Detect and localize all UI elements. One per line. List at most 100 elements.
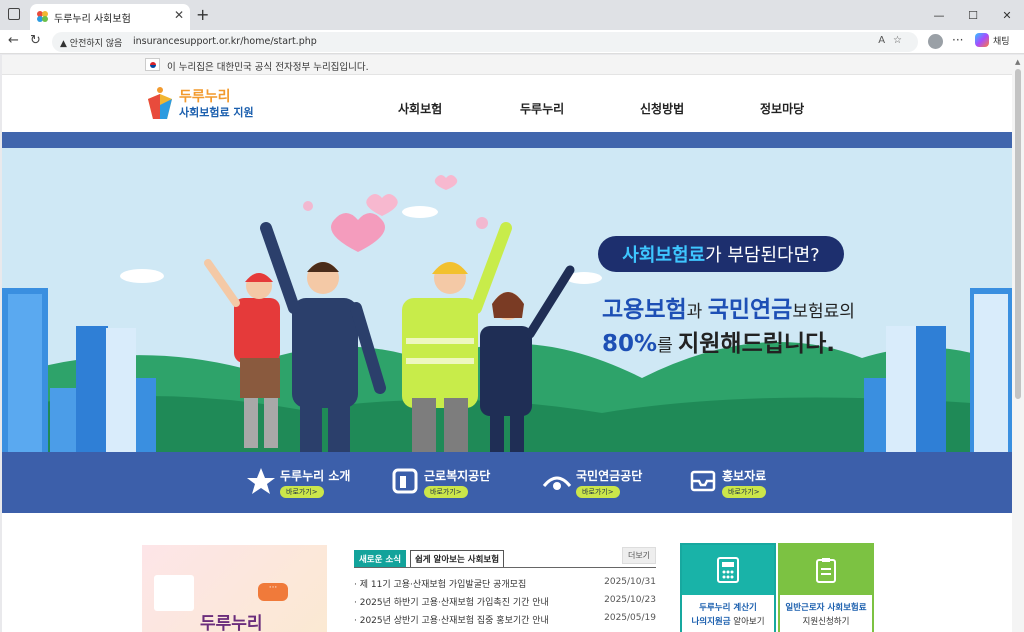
tab-actions-icon[interactable] [8, 8, 20, 20]
browser-tab[interactable]: 두루누리 사회보험 ✕ [30, 4, 190, 30]
url-text[interactable]: insurancesupport.or.kr/home/start.php [133, 36, 317, 47]
site-header: 두루누리 사회보험료 지원 사회보험 두루누리 신청방법 정보마당 [2, 75, 1012, 132]
copilot-label: 채팅 [993, 36, 1010, 47]
clipboard-icon [816, 558, 836, 583]
profile-avatar[interactable] [928, 34, 943, 49]
scroll-up-icon[interactable]: ▲ [1015, 58, 1020, 66]
close-window-button[interactable]: ✕ [990, 0, 1024, 30]
apply-card-header [780, 545, 872, 595]
site-logo[interactable]: 두루누리 사회보험료 지원 [145, 85, 265, 123]
headline-particle: 를 [657, 336, 679, 356]
nps-logo-icon [542, 476, 572, 490]
gov-notice-text[interactable]: 이 누리집은 대한민국 공식 전자정부 누리집입니다. [167, 59, 369, 73]
promo-banner[interactable]: ··· 두루누리 [142, 545, 327, 632]
calculator-icon [717, 557, 739, 583]
site-favicon-icon [37, 11, 48, 22]
go-button[interactable]: 바로가기> [424, 486, 468, 498]
news-date: 2025/10/23 [604, 595, 656, 605]
hero-headline-line1: 고용보험과 국민연금보험료의 [602, 290, 855, 324]
news-title: · 2025년 하반기 고용·산재보험 가입촉진 기간 안내 [354, 598, 549, 608]
logo-subtitle: 사회보험료 지원 [179, 106, 254, 119]
korea-flag-icon [145, 58, 160, 71]
headline-premium: 보험료의 [792, 302, 855, 322]
subsidy-label: 나의지원금 [691, 617, 731, 627]
web-page: 이 누리집은 대한민국 공식 전자정부 누리집입니다. 두루누리 사회보험료 지… [2, 55, 1012, 632]
tab-title: 두루누리 사회보험 [54, 14, 131, 25]
address-bar-actions: A☆ [878, 35, 910, 46]
quick-links-bar: 두루누리 소개 바로가기> 근로복지공단 바로가기> 국민연금공단 바로가기> … [2, 452, 1012, 513]
main-content: ··· 두루누리 새로운 소식 쉽게 알아보는 사회보험 더보기 · 제 11기… [2, 513, 1012, 632]
reload-icon[interactable]: ↻ [30, 33, 41, 48]
quick-link-label: 근로복지공단 [424, 469, 491, 483]
tab-divider [354, 567, 656, 568]
quick-link-label: 국민연금공단 [576, 469, 643, 483]
quick-link-durunuri-intro[interactable]: 두루누리 소개 바로가기> [246, 462, 356, 504]
comwel-logo-icon [392, 468, 418, 494]
news-title: · 제 11기 고용·산재보험 가입발굴단 공개모집 [354, 580, 527, 590]
hero-illustration [2, 175, 1012, 452]
news-date: 2025/05/19 [604, 613, 656, 623]
more-button[interactable]: 더보기 [622, 547, 656, 564]
logo-star-icon [148, 87, 172, 119]
address-toolbar: ← ↻ ▲ 안전하지 않음 insurancesupport.or.kr/hom… [0, 30, 1024, 54]
apply-service-card[interactable]: 일반근로자 사회보험료 지원신청하기 [778, 543, 874, 632]
copilot-button[interactable]: 채팅 [975, 33, 1010, 47]
page-scrollbar[interactable]: ▲ [1012, 55, 1024, 632]
not-secure-indicator[interactable]: ▲ 안전하지 않음 [60, 36, 122, 49]
promo-title: 두루누리 [200, 614, 263, 632]
star-icon [247, 468, 275, 494]
nav-social-insurance[interactable]: 사회보험 [398, 100, 442, 117]
inbox-icon [690, 470, 716, 492]
go-button[interactable]: 바로가기> [280, 486, 324, 498]
nav-how-to-apply[interactable]: 신청방법 [640, 100, 684, 117]
go-button[interactable]: 바로가기> [576, 486, 620, 498]
window-controls: — ☐ ✕ [922, 0, 1024, 30]
list-item[interactable]: · 제 11기 고용·산재보험 가입발굴단 공개모집 2025/10/31 [354, 577, 656, 590]
tab-close-icon[interactable]: ✕ [174, 8, 184, 22]
new-tab-button[interactable]: + [196, 5, 209, 24]
calculator-title: 두루누리 계산기 [699, 603, 757, 613]
gov-notice-bar: 이 누리집은 대한민국 공식 전자정부 누리집입니다. [2, 55, 1012, 75]
favorite-star-icon[interactable]: ☆ [893, 35, 910, 46]
hero-banner: 사회보험료 가 부담된다면? 고용보험과 국민연금보험료의 80%를 지원해드립니… [2, 148, 1012, 452]
news-title: · 2025년 상반기 고용·산재보험 집중 홍보기간 안내 [354, 616, 549, 626]
copilot-icon [975, 33, 989, 47]
promo-card-graphic [154, 575, 194, 611]
read-aloud-icon[interactable]: A [878, 35, 893, 46]
hero-headline-line2: 80%를 지원해드립니다. [602, 324, 835, 358]
browser-tab-strip: 두루누리 사회보험 ✕ + — ☐ ✕ [0, 0, 1024, 30]
tab-easy-insurance[interactable]: 쉽게 알아보는 사회보험 [410, 550, 504, 567]
quick-link-label: 홍보자료 [722, 469, 767, 483]
chat-bubble-icon: ··· [258, 583, 288, 601]
headline-national-pension: 국민연금 [707, 297, 793, 323]
news-panel: 새로운 소식 쉽게 알아보는 사회보험 더보기 · 제 11기 고용·산재보험 … [354, 545, 656, 632]
pill-highlight: 사회보험료 [622, 245, 706, 266]
headline-support: 지원해드립니다. [678, 331, 835, 357]
apply-subtitle: 지원신청하기 [802, 617, 850, 627]
calculator-service-card[interactable]: 두루누리 계산기 나의지원금 알아보기 [680, 543, 776, 632]
tab-news[interactable]: 새로운 소식 [354, 550, 406, 567]
quick-link-label: 두루누리 소개 [280, 469, 351, 483]
headline-percent: 80% [602, 331, 658, 357]
scrollbar-thumb[interactable] [1015, 69, 1021, 399]
nav-durunuri[interactable]: 두루누리 [520, 100, 564, 117]
logo-title: 두루누리 [179, 89, 231, 105]
quick-link-comwel[interactable]: 근로복지공단 바로가기> [390, 462, 500, 504]
more-menu-icon[interactable]: ··· [952, 33, 963, 47]
headline-conj1: 과 [686, 302, 708, 322]
quick-link-nps[interactable]: 국민연금공단 바로가기> [542, 462, 662, 504]
list-item[interactable]: · 2025년 상반기 고용·산재보험 집중 홍보기간 안내 2025/05/1… [354, 613, 656, 626]
list-item[interactable]: · 2025년 하반기 고용·산재보험 가입촉진 기간 안내 2025/10/2… [354, 595, 656, 608]
nav-info[interactable]: 정보마당 [760, 100, 804, 117]
headline-employment-insurance: 고용보험 [602, 297, 687, 323]
maximize-button[interactable]: ☐ [956, 0, 990, 30]
calculator-subtitle: 나의지원금 알아보기 [682, 615, 774, 627]
go-button[interactable]: 바로가기> [722, 486, 766, 498]
apply-title: 일반근로자 사회보험료 [785, 603, 867, 613]
back-arrow-icon[interactable]: ← [8, 33, 19, 48]
minimize-button[interactable]: — [922, 0, 956, 30]
address-bar[interactable]: ▲ 안전하지 않음 insurancesupport.or.kr/home/st… [52, 32, 918, 52]
check-label: 알아보기 [730, 617, 765, 627]
pill-rest: 가 부담된다면? [705, 245, 820, 266]
quick-link-promo-materials[interactable]: 홍보자료 바로가기> [688, 462, 778, 504]
